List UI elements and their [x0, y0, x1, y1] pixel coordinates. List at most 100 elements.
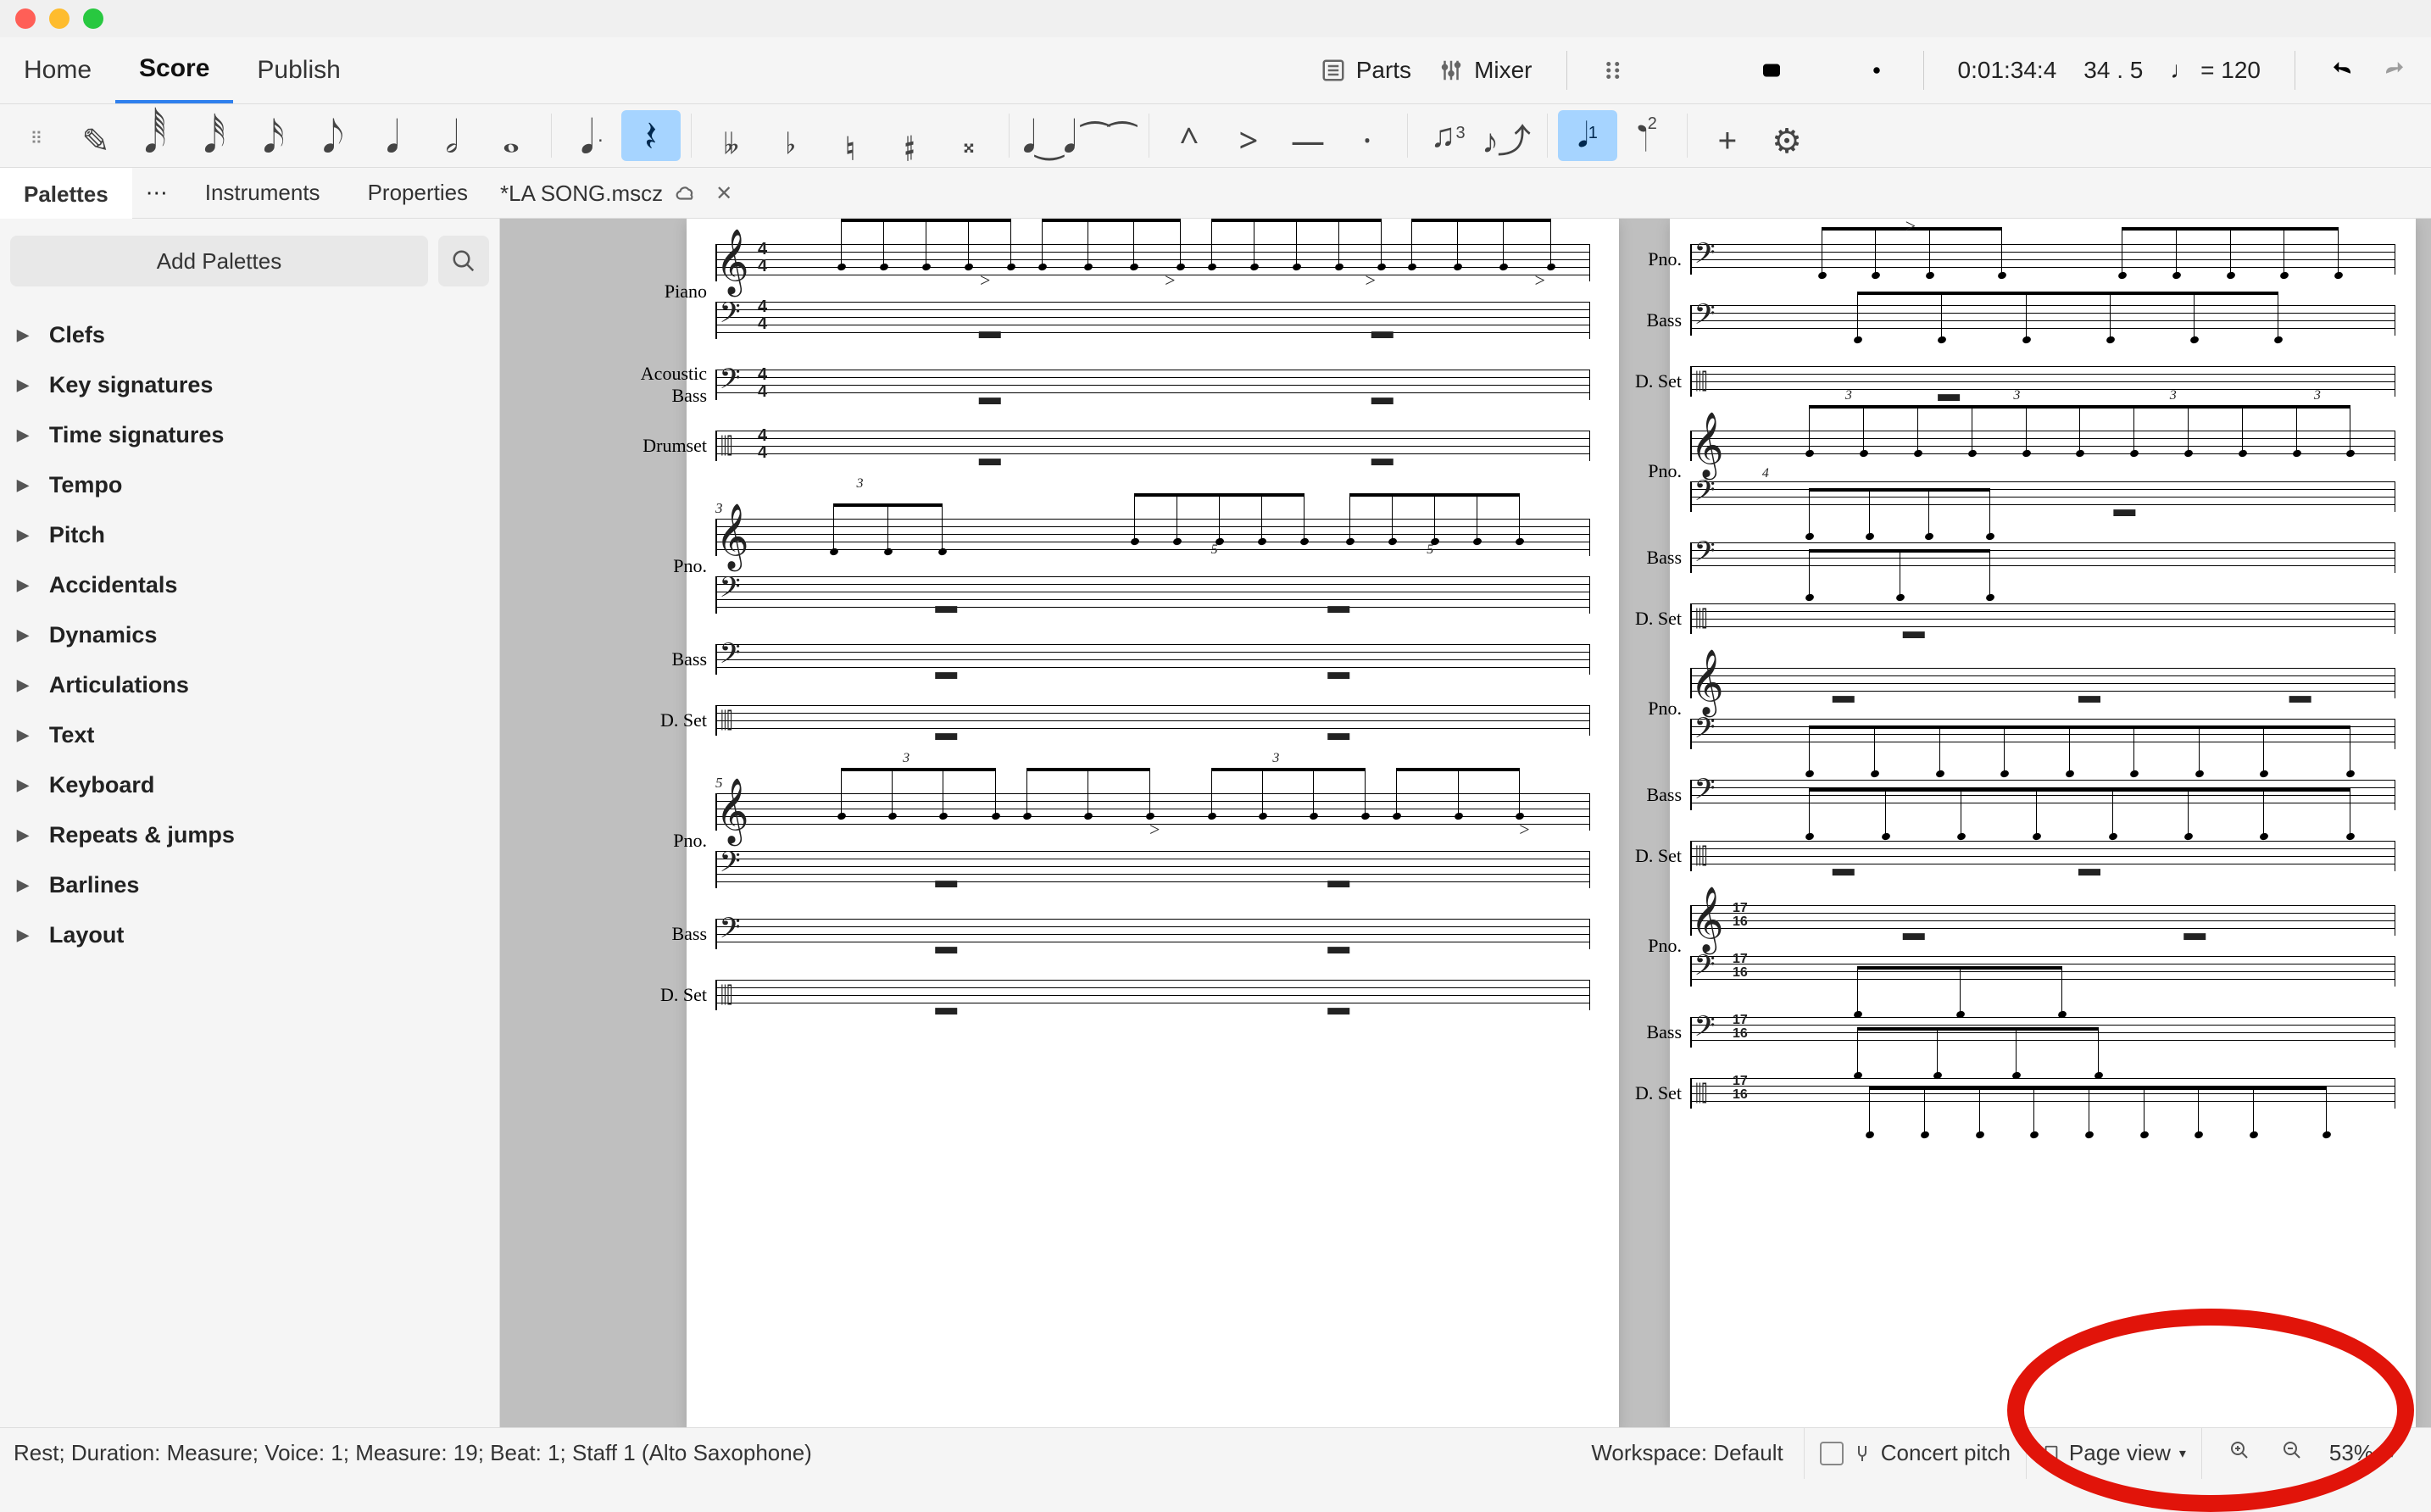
accidental-double-flat[interactable]: 𝄫: [702, 110, 761, 161]
staff-lines[interactable]: 𝄞 44 33 33 > > > >: [715, 244, 1590, 281]
chevron-right-icon: ▶: [17, 476, 29, 494]
slur-button[interactable]: ⁀⁀: [1079, 110, 1138, 161]
tempo-display[interactable]: ♩ = 120: [2170, 57, 2261, 84]
zoom-level[interactable]: 53%: [2323, 1440, 2380, 1466]
palette-item-text[interactable]: ▶Text: [10, 710, 489, 760]
redo-icon: [2382, 58, 2407, 83]
palette-item-pitch[interactable]: ▶Pitch: [10, 510, 489, 560]
mixer-button[interactable]: Mixer: [1438, 57, 1532, 84]
articulation-staccato[interactable]: ·: [1338, 110, 1397, 161]
concert-pitch-toggle[interactable]: Concert pitch: [1804, 1428, 2026, 1479]
duration-half[interactable]: 𝅗𝅥: [422, 110, 481, 161]
palette-item-keyboard[interactable]: ▶Keyboard: [10, 760, 489, 810]
time-signature[interactable]: 44: [758, 241, 767, 275]
staff-lines[interactable]: 𝄢 44 ▬ ▬: [715, 302, 1590, 339]
drag-handle-icon[interactable]: [1601, 58, 1627, 83]
staff-lines[interactable]: 𝄥𝄦44▬▬: [715, 431, 1590, 461]
zoom-controls: 53% ▾: [2201, 1428, 2417, 1479]
play-icon[interactable]: [1706, 58, 1732, 83]
accidental-natural[interactable]: ♮: [821, 110, 880, 161]
palette-item-time-signatures[interactable]: ▶Time signatures: [10, 410, 489, 460]
palette-item-layout[interactable]: ▶Layout: [10, 910, 489, 960]
gear-icon[interactable]: [1864, 58, 1889, 83]
chevron-down-icon[interactable]: ▾: [2389, 1445, 2402, 1462]
status-selection-info: Rest; Duration: Measure; Voice: 1; Measu…: [14, 1440, 812, 1466]
accent-mark: >: [980, 270, 990, 292]
palette-item-dynamics[interactable]: ▶Dynamics: [10, 610, 489, 660]
close-tab-button[interactable]: ✕: [715, 181, 732, 206]
duration-32nd[interactable]: 𝅘𝅥𝅰: [185, 110, 244, 161]
palette-item-accidentals[interactable]: ▶Accidentals: [10, 560, 489, 610]
score-page-1[interactable]: Piano 𝄞 44 33 33 > > > >: [687, 219, 1619, 1427]
cloud-icon: [675, 182, 697, 204]
minimize-window-button[interactable]: [49, 8, 70, 29]
articulation-accent[interactable]: >: [1219, 110, 1278, 161]
undo-icon[interactable]: [2329, 58, 2355, 83]
treble-clef-icon: 𝄞: [720, 228, 748, 297]
chevron-right-icon: ▶: [17, 926, 29, 944]
close-window-button[interactable]: [15, 8, 36, 29]
tab-publish[interactable]: Publish: [233, 37, 364, 103]
panel-tab-properties[interactable]: Properties: [344, 168, 492, 219]
palette-item-key-signatures[interactable]: ▶Key signatures: [10, 360, 489, 410]
voice-2-button[interactable]: 𝅘𝅥2: [1617, 110, 1677, 161]
duration-16th[interactable]: 𝅘𝅥𝅯: [244, 110, 303, 161]
chevron-right-icon: ▶: [17, 376, 29, 394]
playback-position: 0:01:34:4: [1958, 57, 2057, 84]
staff-lines[interactable]: 𝄢44▬▬: [715, 370, 1590, 400]
parts-button[interactable]: Parts: [1321, 57, 1411, 84]
zoom-out-button[interactable]: [2270, 1440, 2314, 1466]
add-toolbar-button[interactable]: +: [1698, 110, 1757, 161]
page-icon: [2042, 1444, 2061, 1463]
loop-icon[interactable]: [1759, 58, 1784, 83]
add-palettes-button[interactable]: Add Palettes: [10, 236, 428, 286]
accidental-sharp[interactable]: ♯: [880, 110, 939, 161]
voice-1-button[interactable]: 𝅘𝅥1: [1558, 110, 1617, 161]
palette-item-articulations[interactable]: ▶Articulations: [10, 660, 489, 710]
search-icon: [451, 248, 476, 274]
workspace-label[interactable]: Workspace: Default: [1591, 1440, 1803, 1466]
instrument-label: Piano: [614, 281, 707, 303]
rewind-icon[interactable]: [1654, 58, 1679, 83]
palettes-panel: Add Palettes ▶Clefs▶Key signatures▶Time …: [0, 219, 500, 1427]
tuplet-button[interactable]: ♫3: [1418, 110, 1477, 161]
search-palettes-button[interactable]: [438, 236, 489, 286]
palette-item-repeats-jumps[interactable]: ▶Repeats & jumps: [10, 810, 489, 860]
accidental-flat[interactable]: ♭: [761, 110, 821, 161]
duration-8th[interactable]: 𝅘𝅥𝅮: [303, 110, 363, 161]
panel-tab-instruments[interactable]: Instruments: [181, 168, 344, 219]
note-input-toggle[interactable]: ✎: [66, 110, 125, 161]
accidental-double-sharp[interactable]: 𝄪: [939, 110, 999, 161]
drag-handle-icon[interactable]: ⠿: [7, 110, 66, 161]
tab-home[interactable]: Home: [0, 37, 115, 103]
duration-64th[interactable]: 𝅘𝅥𝅱: [125, 110, 185, 161]
staff-lines[interactable]: 𝄢▬▬: [715, 576, 1590, 614]
flip-stem-button[interactable]: ♪⤴: [1477, 110, 1537, 161]
score-canvas[interactable]: Piano 𝄞 44 33 33 > > > >: [500, 219, 2431, 1427]
maximize-window-button[interactable]: [83, 8, 103, 29]
chevron-right-icon: ▶: [17, 326, 29, 344]
rest-toggle[interactable]: 𝄽: [621, 110, 681, 161]
palette-item-clefs[interactable]: ▶Clefs: [10, 310, 489, 360]
metronome-icon[interactable]: [1811, 58, 1837, 83]
articulation-tenuto[interactable]: —: [1278, 110, 1338, 161]
duration-quarter[interactable]: 𝅘𝅥: [363, 110, 422, 161]
zoom-in-button[interactable]: [2217, 1440, 2261, 1466]
score-page-2[interactable]: Pno.𝄢 > Bass𝄢 D. Set𝄥𝄦▬ 10 Pno. 𝄞3333 𝄢4…: [1670, 219, 2416, 1427]
palette-item-tempo[interactable]: ▶Tempo: [10, 460, 489, 510]
chevron-right-icon: ▶: [17, 826, 29, 844]
augmentation-dot[interactable]: 𝅘𝅥.: [562, 110, 621, 161]
chevron-right-icon: ▶: [17, 876, 29, 894]
articulation-marcato[interactable]: ^: [1160, 110, 1219, 161]
tab-score[interactable]: Score: [115, 37, 233, 103]
staff-lines[interactable]: 𝄞 3 55: [715, 519, 1590, 556]
palette-item-barlines[interactable]: ▶Barlines: [10, 860, 489, 910]
tie-button[interactable]: 𝅘𝅥‿𝅘𝅥: [1020, 110, 1079, 161]
chevron-right-icon: ▶: [17, 526, 29, 544]
duration-whole[interactable]: 𝅝: [481, 110, 541, 161]
page-view-dropdown[interactable]: Page view ▾: [2026, 1428, 2201, 1479]
panel-tab-palettes[interactable]: Palettes: [0, 168, 132, 219]
document-tab[interactable]: *LA SONG.mscz ✕: [500, 168, 732, 219]
toolbar-settings-button[interactable]: ⚙: [1757, 110, 1816, 161]
panel-menu-button[interactable]: ⋯: [132, 180, 181, 206]
